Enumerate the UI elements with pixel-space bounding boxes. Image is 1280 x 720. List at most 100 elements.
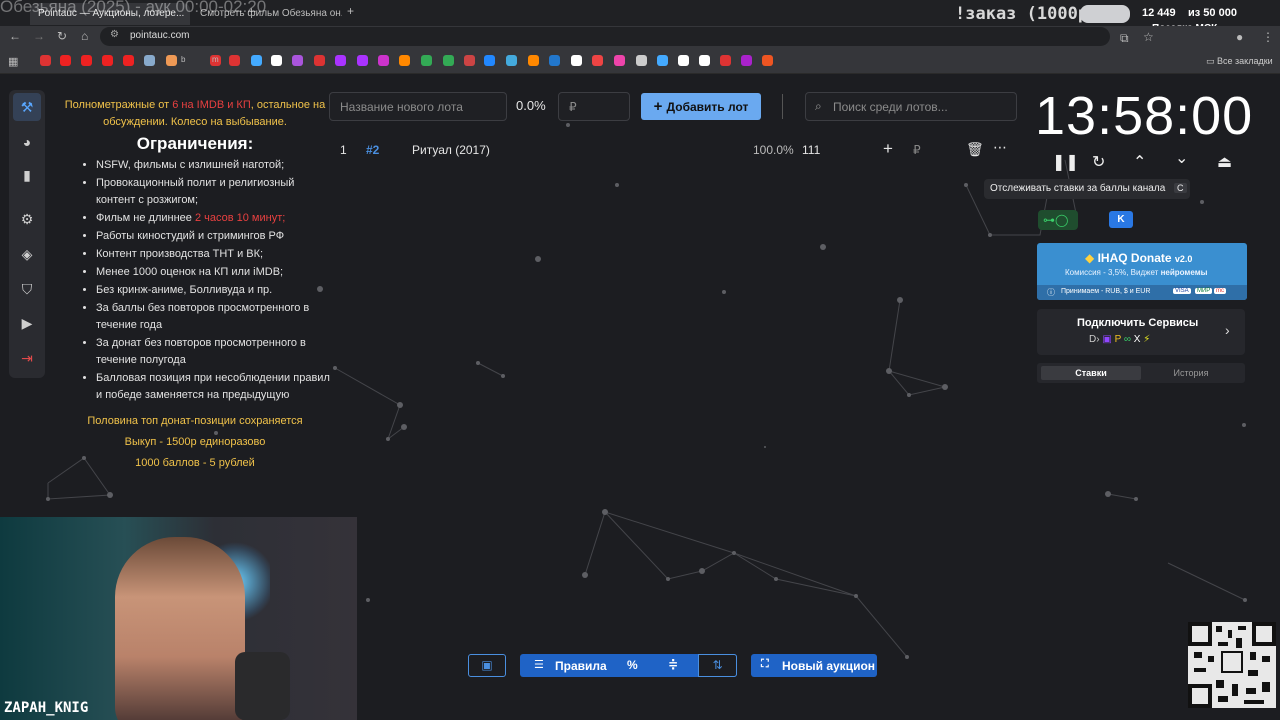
bookmark-favicon-icon[interactable]: [81, 55, 92, 66]
new-auction-button[interactable]: ⛶ Новый аукцион: [751, 654, 877, 677]
vk-icon[interactable]: K: [1109, 211, 1133, 228]
bookmark-favicon-icon[interactable]: [699, 55, 710, 66]
lot-search-input[interactable]: ⌕ Поиск среди лотов...: [805, 92, 1017, 121]
bookmark-favicon-icon[interactable]: [292, 55, 303, 66]
auction-timer: 13:58:00: [1035, 86, 1254, 146]
bookmark-favicon-icon[interactable]: [102, 55, 113, 66]
ukraine-heart-icon: ◆: [1085, 251, 1098, 265]
lot-row[interactable]: 1 #2 Ритуал (2017) 100.0% 111 + ₽ 🗑 ⋯: [330, 137, 1020, 163]
bookmark-favicon-icon[interactable]: [166, 55, 177, 66]
reset-icon[interactable]: ↻: [1092, 152, 1105, 172]
bookmark-favicon-icon[interactable]: [144, 55, 155, 66]
bookmark-favicon-icon[interactable]: [251, 55, 262, 66]
bookmark-favicon-icon[interactable]: [549, 55, 560, 66]
site-info-icon[interactable]: ⚙: [110, 29, 119, 40]
connect-services-card[interactable]: Подключить Сервисы D› ▣ P ∞ X ⚡ ›: [1037, 309, 1245, 355]
trash-icon[interactable]: 🗑: [966, 141, 984, 158]
bookmark-favicon-icon[interactable]: [357, 55, 368, 66]
bookmark-favicon-icon[interactable]: [40, 55, 51, 66]
bookmark-favicon-icon[interactable]: [678, 55, 689, 66]
channel-points-toggle[interactable]: ⊶◯: [1038, 210, 1078, 230]
rules-button[interactable]: Правила: [555, 659, 607, 673]
bookmark-favicon-icon[interactable]: [421, 55, 432, 66]
split-icon[interactable]: ≑: [668, 657, 678, 671]
video-library-icon[interactable]: ▶: [13, 309, 41, 337]
donatepay-icon: P: [1114, 334, 1124, 345]
tooltip-shortcut: C: [1174, 183, 1187, 193]
restriction-item: Провокационный полит и религиозный конте…: [96, 175, 330, 209]
url-field[interactable]: ⚙ pointauc.com: [100, 27, 1110, 46]
streamer-name: ZAPAH_KNIG: [4, 700, 89, 716]
lot-percent: 0.0%: [516, 98, 546, 113]
logout-icon[interactable]: ⇥: [13, 344, 41, 372]
bookmark-favicon-icon[interactable]: [657, 55, 668, 66]
bookmark-favicon-icon[interactable]: [762, 55, 773, 66]
bookmark-b[interactable]: b: [181, 55, 185, 64]
tab-bids[interactable]: Ставки: [1041, 366, 1141, 380]
bookmark-favicon-icon[interactable]: [741, 55, 752, 66]
bookmark-star-icon[interactable]: ☆: [1143, 30, 1154, 44]
bookmark-favicon-icon[interactable]: [528, 55, 539, 66]
bookmark-favicon-icon[interactable]: [571, 55, 582, 66]
translate-icon[interactable]: ⧉: [1120, 31, 1129, 46]
tab-history[interactable]: История: [1141, 366, 1241, 380]
pause-icon[interactable]: ❚❚: [1052, 152, 1079, 172]
restriction-item: Балловая позиция при несоблюдении правил…: [96, 370, 330, 404]
restriction-item: Работы киностудий и стримингов РФ: [96, 228, 330, 245]
add-amount-icon[interactable]: +: [883, 139, 893, 159]
bookmark-favicon-icon[interactable]: [399, 55, 410, 66]
service-icons: D› ▣ P ∞ X ⚡: [1089, 334, 1150, 345]
bookmark-favicon-icon[interactable]: [60, 55, 71, 66]
restriction-item: Контент производства ТНТ и ВК;: [96, 246, 330, 263]
add-lot-button[interactable]: + Добавить лот: [641, 93, 761, 120]
stream-overlay-title: Обезьяна (2025) - аук 00:00-02:20: [0, 0, 267, 16]
menu-icon[interactable]: ⋮: [1262, 30, 1274, 44]
eject-icon[interactable]: ⏏: [1217, 152, 1232, 172]
bookmark-favicon-icon[interactable]: [378, 55, 389, 66]
apps-grid-icon[interactable]: ▦: [8, 55, 18, 68]
bookmark-favicon-icon[interactable]: [335, 55, 346, 66]
donate-title-text: IHAQ Donate: [1097, 251, 1172, 265]
lot-name[interactable]: Ритуал (2017): [412, 143, 490, 157]
layers-icon[interactable]: ◈: [13, 240, 41, 268]
bookmark-favicon-icon[interactable]: [443, 55, 454, 66]
more-icon[interactable]: ⋯: [993, 139, 1007, 156]
reload-icon[interactable]: ↻: [57, 29, 67, 43]
chevron-up-icon[interactable]: ⌃: [1133, 152, 1146, 172]
sort-icon[interactable]: ⇅: [698, 654, 737, 677]
donate-footer: ⓘ Принимаем - RUB, $ и EUR VISA МИР mc: [1037, 285, 1247, 300]
microphone: [235, 652, 290, 720]
back-icon[interactable]: ←: [9, 29, 21, 43]
chevron-down-icon[interactable]: ⌄: [1175, 148, 1188, 168]
lot-name-input[interactable]: Название нового лота: [329, 92, 507, 121]
bookmark-favicon-icon[interactable]: [614, 55, 625, 66]
profile-icon[interactable]: ●: [1236, 30, 1243, 44]
bookmark-favicon-icon[interactable]: [123, 55, 134, 66]
bookmark-favicon-icon[interactable]: [314, 55, 325, 66]
wheel-icon[interactable]: ◕: [13, 128, 41, 156]
x-icon: X: [1133, 334, 1144, 345]
bookmark-favicon-icon[interactable]: [229, 55, 240, 66]
bookmark-favicon-icon[interactable]: [484, 55, 495, 66]
save-button[interactable]: ▣: [468, 654, 506, 677]
bookmark-favicon-icon[interactable]: [720, 55, 731, 66]
bookmark-favicon-icon[interactable]: [464, 55, 475, 66]
shield-icon[interactable]: ⛉: [13, 275, 41, 303]
all-bookmarks[interactable]: ▭ Все закладки: [1206, 56, 1273, 67]
new-tab-icon[interactable]: +: [347, 4, 354, 18]
forward-icon[interactable]: →: [33, 29, 45, 43]
bookmark-favicon-icon[interactable]: [636, 55, 647, 66]
bookmark-favicon-icon[interactable]: [592, 55, 603, 66]
bookmark-favicon-icon[interactable]: [506, 55, 517, 66]
new-auction-label: Новый аукцион: [782, 659, 876, 673]
bookmark-favicon-icon[interactable]: [271, 55, 282, 66]
auction-hammer-icon[interactable]: ⚒: [13, 93, 41, 121]
percent-icon[interactable]: %: [627, 658, 638, 672]
lot-amount-input[interactable]: ₽: [558, 92, 630, 121]
restriction-item: За донат без повторов просмотренного в т…: [96, 335, 330, 369]
bookmark-m[interactable]: m: [212, 55, 219, 64]
donate-card[interactable]: ◆ IHAQ Donate v2.0 Комиссия - 3,5%, Видж…: [1037, 243, 1247, 300]
home-icon[interactable]: ⌂: [81, 29, 88, 43]
settings-icon[interactable]: ⚙: [13, 205, 41, 233]
stats-icon[interactable]: ▮: [13, 161, 41, 189]
